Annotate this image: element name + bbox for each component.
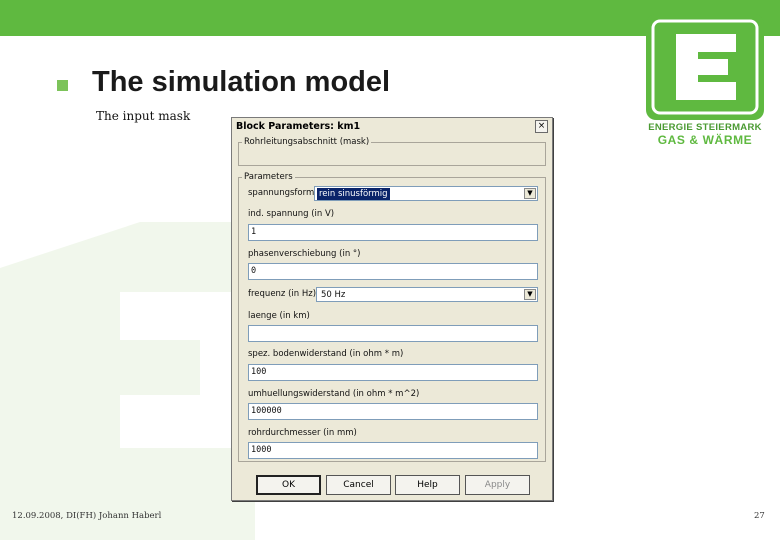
dialog-title: Block Parameters: km1 [236, 121, 361, 132]
field-label-ind-spannung: ind. spannung (in V) [248, 209, 335, 219]
ind-spannung-input[interactable]: 1 [248, 224, 538, 241]
chevron-down-icon[interactable]: ▼ [524, 188, 536, 199]
field-label-rohrdurchmesser: rohrdurchmesser (in mm) [248, 428, 357, 438]
slide-title: The simulation model [92, 66, 391, 98]
title-bullet [57, 80, 68, 91]
umhuellungswiderstand-input[interactable]: 100000 [248, 403, 538, 420]
cancel-button[interactable]: Cancel [326, 475, 391, 495]
slide-subtitle: The input mask [96, 109, 191, 123]
field-label-laenge: laenge (in km) [248, 311, 310, 321]
field-label-phasenverschiebung: phasenverschiebung (in °) [248, 249, 361, 259]
spannungsform-select[interactable]: rein sinusförmig ▼ [314, 186, 538, 201]
logo-text-company: ENERGIE STEIERMARK [648, 122, 762, 133]
logo-text-division: GAS & WÄRME [657, 133, 753, 147]
help-button[interactable]: Help [395, 475, 460, 495]
ok-button[interactable]: OK [256, 475, 321, 495]
phasenverschiebung-input[interactable]: 0 [248, 263, 538, 280]
energie-steiermark-logo [646, 14, 764, 120]
page-number: 27 [754, 511, 765, 521]
spez-bodenwiderstand-input[interactable]: 100 [248, 364, 538, 381]
frequenz-select[interactable]: 50 Hz ▼ [316, 287, 538, 302]
dialog-titlebar[interactable]: Block Parameters: km1 × [233, 119, 551, 134]
mask-group-label: Rohrleitungsabschnitt (mask) [242, 137, 372, 147]
field-label-spez-bodenwiderstand: spez. bodenwiderstand (in ohm * m) [248, 349, 404, 359]
field-label-umhuellungswiderstand: umhuellungswiderstand (in ohm * m^2) [248, 389, 420, 399]
field-label-spannungsform: spannungsform [248, 188, 315, 198]
parameters-group-label: Parameters [242, 172, 295, 182]
apply-button[interactable]: Apply [465, 475, 530, 495]
mask-description-group: Rohrleitungsabschnitt (mask) [238, 137, 546, 166]
laenge-input[interactable] [248, 325, 538, 342]
frequenz-value: 50 Hz [321, 290, 346, 300]
close-icon[interactable]: × [535, 120, 548, 133]
field-label-frequenz: frequenz (in Hz) [248, 289, 317, 299]
spannungsform-value: rein sinusförmig [317, 188, 390, 200]
chevron-down-icon[interactable]: ▼ [524, 289, 536, 300]
footer-date-author: 12.09.2008, DI(FH) Johann Haberl [12, 511, 162, 521]
block-parameters-dialog: Block Parameters: km1 × Rohrleitungsabsc… [231, 117, 553, 501]
rohrdurchmesser-input[interactable]: 1000 [248, 442, 538, 459]
